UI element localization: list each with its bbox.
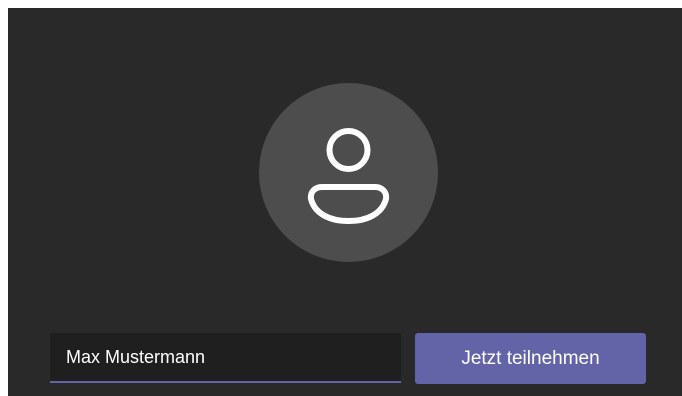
display-name-input[interactable] (50, 333, 401, 383)
join-now-button[interactable]: Jetzt teilnehmen (415, 333, 646, 384)
video-preview-panel: Jetzt teilnehmen (8, 8, 682, 396)
avatar (259, 83, 438, 262)
user-icon (307, 128, 390, 224)
